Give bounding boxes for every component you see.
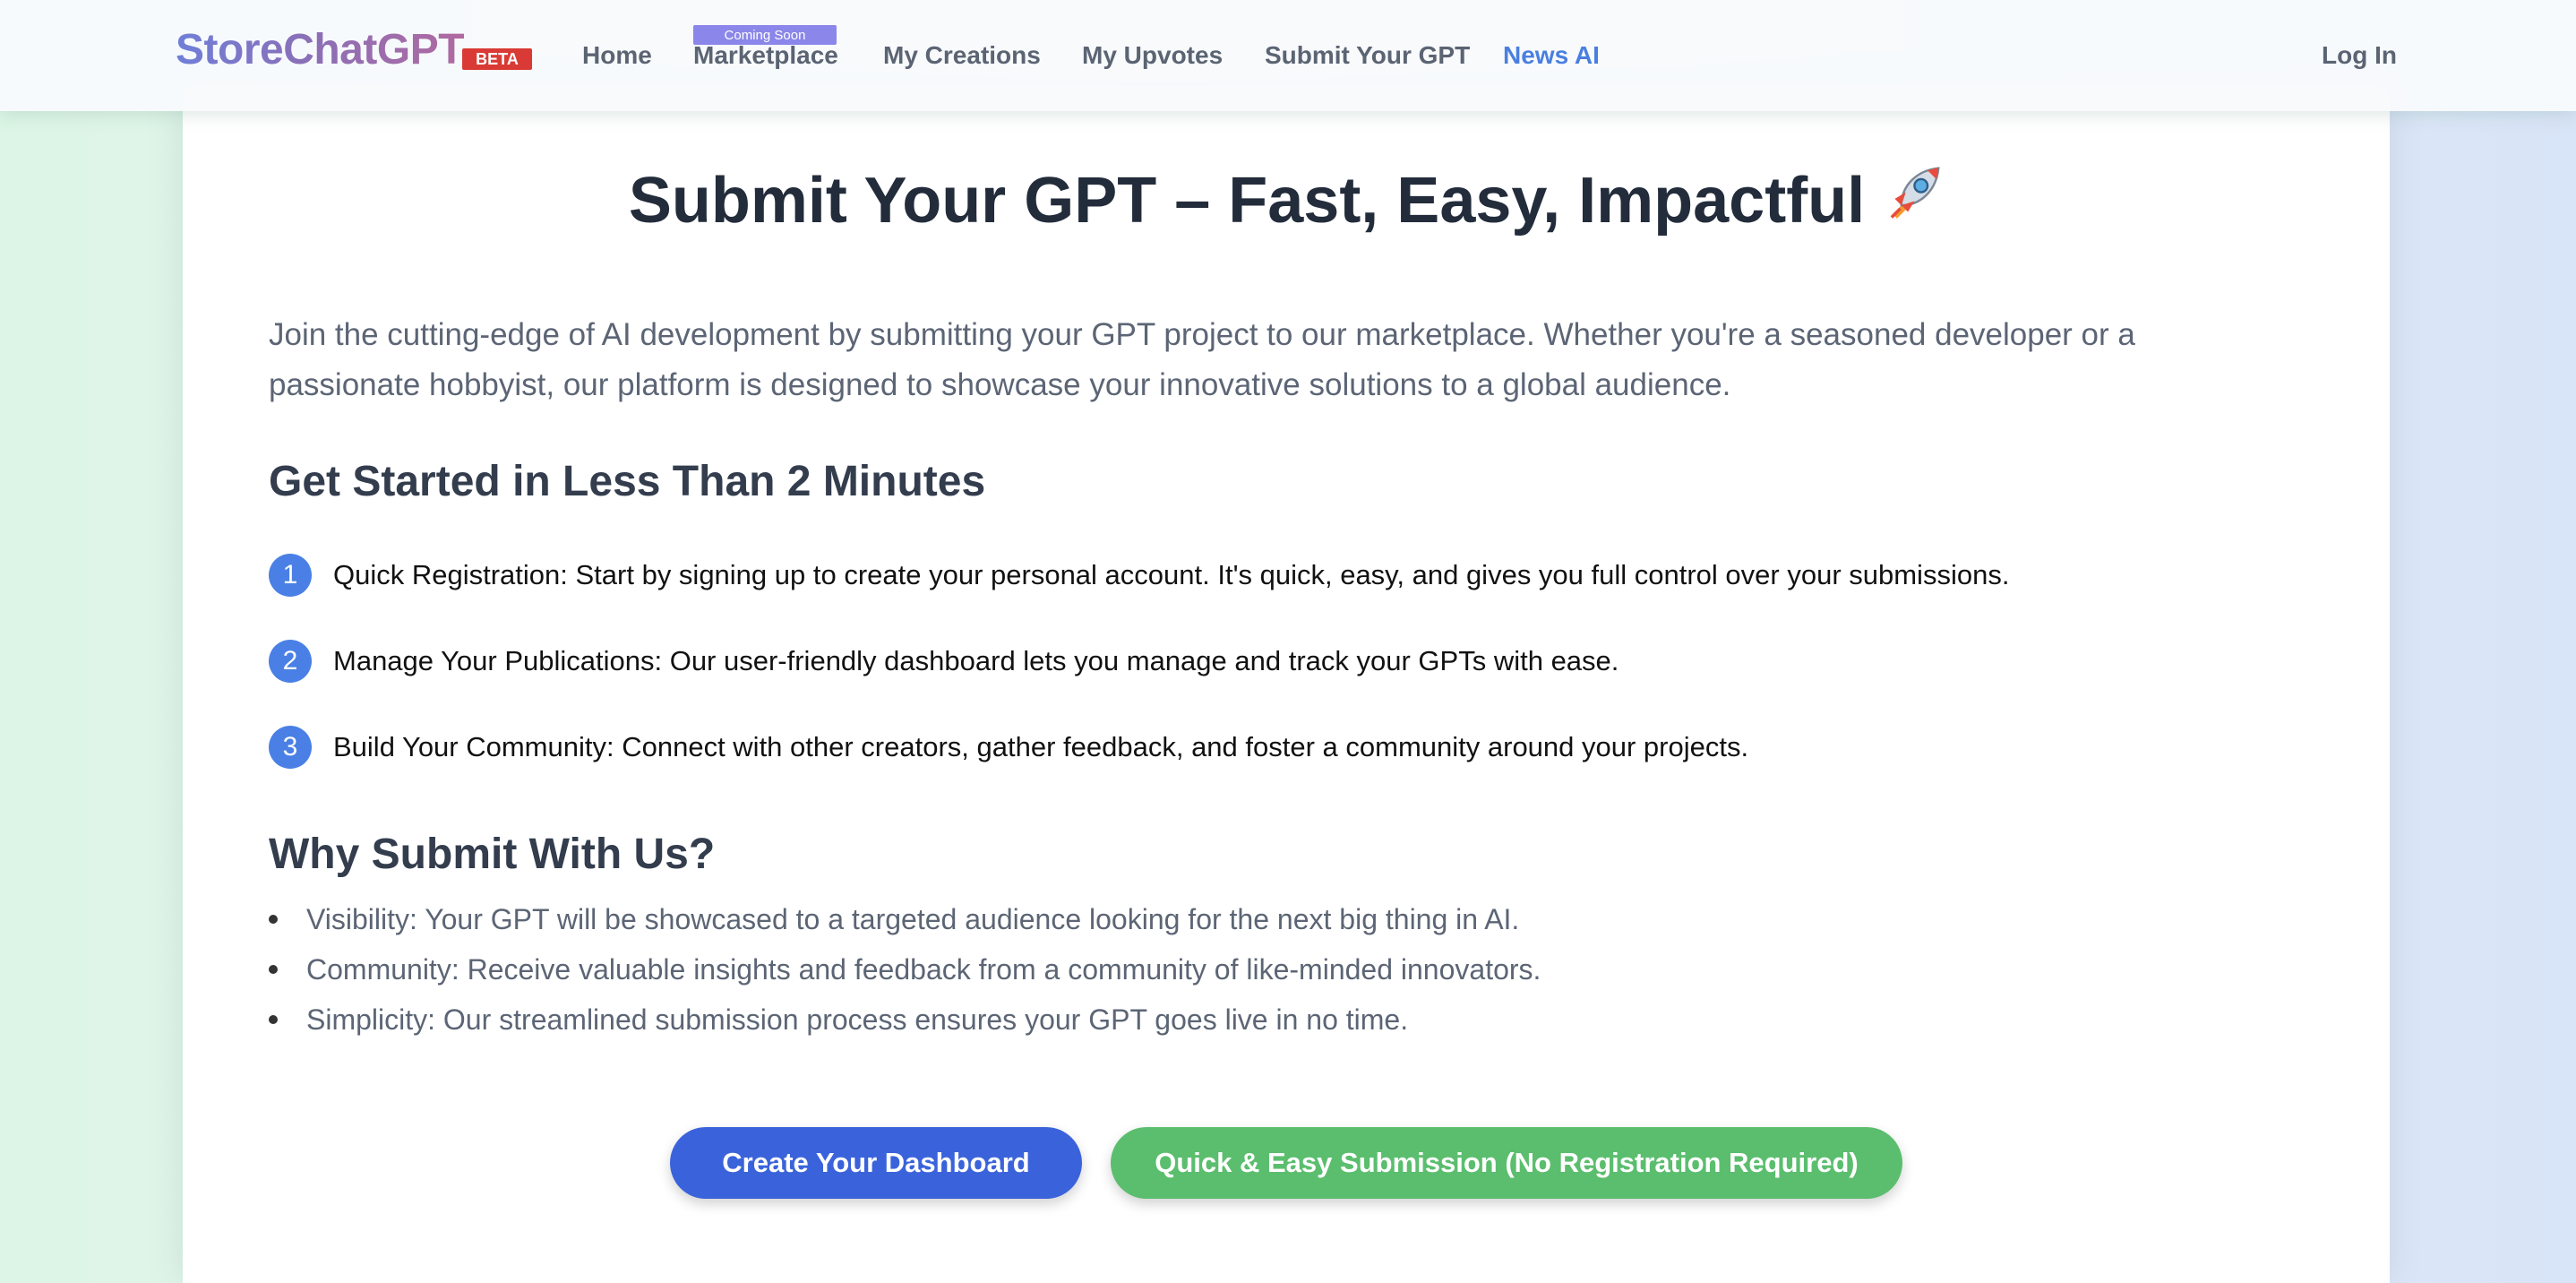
nav-news-ai[interactable]: News AI	[1503, 39, 1600, 72]
step-number-badge: 1	[269, 554, 312, 597]
rocket-icon	[1890, 167, 1940, 219]
nav-home[interactable]: Home	[582, 39, 652, 72]
reason-text: Simplicity: Our streamlined submission p…	[306, 1003, 1409, 1036]
intro-paragraph: Join the cutting-edge of AI development …	[269, 317, 2135, 402]
list-item: Simplicity: Our streamlined submission p…	[269, 998, 1408, 1041]
step-item: 2 Manage Your Publications: Our user-fri…	[269, 639, 1619, 684]
step-number-badge: 2	[269, 640, 312, 683]
page-title: Submit Your GPT – Fast, Easy, Impactful	[0, 158, 2576, 244]
reason-text: Community: Receive valuable insights and…	[306, 952, 1541, 986]
quick-submission-button[interactable]: Quick & Easy Submission (No Registration…	[1111, 1127, 1902, 1199]
login-link[interactable]: Log In	[2322, 39, 2397, 72]
nav-my-creations[interactable]: My Creations	[883, 39, 1041, 72]
step-number-badge: 3	[269, 726, 312, 769]
bullet-dot	[269, 915, 278, 924]
step-text: Manage Your Publications: Our user-frien…	[333, 645, 1619, 676]
top-navbar: StoreChatGPT BETA Home Coming Soon Marke…	[0, 0, 2576, 111]
step-item: 3 Build Your Community: Connect with oth…	[269, 725, 1748, 770]
create-dashboard-button[interactable]: Create Your Dashboard	[670, 1127, 1082, 1199]
step-text: Build Your Community: Connect with other…	[333, 731, 1749, 762]
bullet-dot	[269, 965, 278, 974]
list-item: Community: Receive valuable insights and…	[269, 948, 1541, 991]
page-title-text: Submit Your GPT – Fast, Easy, Impactful	[628, 165, 1866, 237]
step-text: Quick Registration: Start by signing up …	[333, 559, 2010, 590]
content-card	[183, 86, 2390, 1283]
nav-submit-your-gpt[interactable]: Submit Your GPT	[1265, 39, 1470, 72]
beta-badge: BETA	[462, 48, 532, 70]
nav-marketplace[interactable]: Marketplace	[693, 39, 838, 72]
reason-text: Visibility: Your GPT will be showcased t…	[306, 902, 1520, 935]
list-item: Visibility: Your GPT will be showcased t…	[269, 898, 1519, 941]
why-heading: Why Submit With Us?	[269, 831, 716, 878]
nav-my-upvotes[interactable]: My Upvotes	[1082, 39, 1223, 72]
bullet-dot	[269, 1015, 278, 1024]
step-item: 1 Quick Registration: Start by signing u…	[269, 553, 2009, 598]
steps-heading: Get Started in Less Than 2 Minutes	[269, 458, 986, 505]
site-logo[interactable]: StoreChatGPT	[176, 25, 465, 75]
